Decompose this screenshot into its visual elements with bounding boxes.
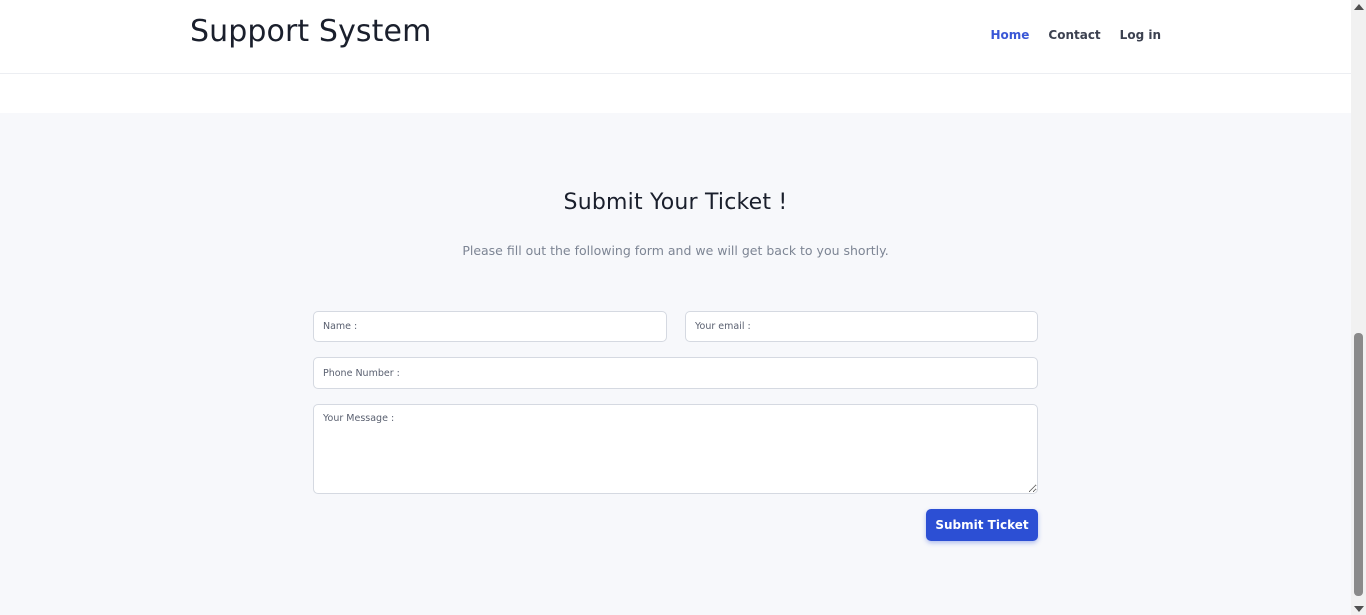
scrollbar-thumb[interactable] <box>1354 333 1363 596</box>
nav-link-home[interactable]: Home <box>990 27 1029 43</box>
page-scrollbar[interactable] <box>1351 0 1366 615</box>
email-input[interactable] <box>685 311 1038 342</box>
main-nav: Home Contact Log in <box>990 27 1161 43</box>
phone-input[interactable] <box>313 357 1038 389</box>
name-input[interactable] <box>313 311 667 342</box>
form-subtitle: Please fill out the following form and w… <box>462 243 889 258</box>
nav-link-login[interactable]: Log in <box>1120 27 1161 43</box>
scroll-up-arrow-icon[interactable] <box>1354 4 1364 10</box>
brand-title[interactable]: Support System <box>190 14 431 50</box>
nav-link-contact[interactable]: Contact <box>1048 27 1100 43</box>
form-title: Submit Your Ticket ! <box>563 190 788 215</box>
submit-ticket-button[interactable]: Submit Ticket <box>926 509 1038 541</box>
top-navbar: Support System Home Contact Log in <box>0 0 1351 74</box>
header-spacer <box>0 75 1351 113</box>
message-textarea[interactable] <box>313 404 1038 494</box>
ticket-form-section: Submit Your Ticket ! Please fill out the… <box>0 113 1351 615</box>
page: Support System Home Contact Log in Submi… <box>0 0 1351 615</box>
scroll-down-arrow-icon[interactable] <box>1354 606 1364 612</box>
